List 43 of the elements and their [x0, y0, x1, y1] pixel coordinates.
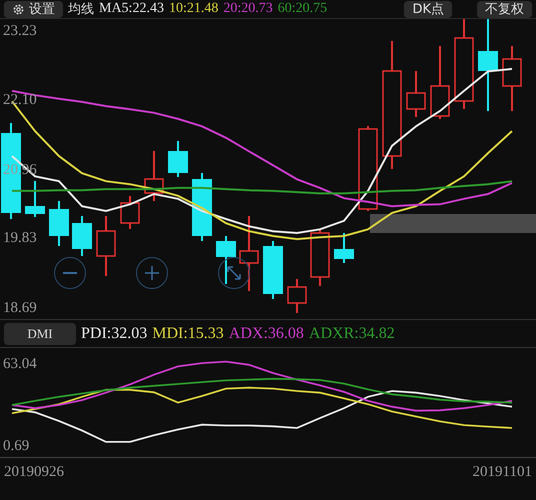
- ma-value: MA5:22.43: [99, 1, 164, 17]
- zoom-out-button[interactable]: [54, 257, 86, 289]
- candlestick: [168, 141, 188, 177]
- plus-icon: [145, 266, 159, 280]
- candlestick: [49, 201, 69, 246]
- indicator-button[interactable]: DMI: [4, 322, 76, 344]
- ma-value: 20:20.73: [223, 1, 273, 17]
- candlestick: [406, 71, 426, 117]
- price-axis-label: 19.83: [3, 230, 37, 246]
- candlestick: [502, 46, 522, 111]
- fullscreen-button[interactable]: [218, 257, 250, 289]
- indicator-reading: ADXR:34.82: [308, 324, 395, 342]
- candlestick: [287, 279, 307, 313]
- indicator-reading: PDI:32.03: [81, 324, 148, 342]
- candlestick: [334, 233, 354, 263]
- candlestick: [263, 241, 283, 299]
- zoom-in-button[interactable]: [136, 257, 168, 289]
- candlestick: [192, 173, 212, 241]
- candlestick: [216, 236, 236, 284]
- adjust-button[interactable]: 不复权: [477, 0, 532, 18]
- candlestick: [25, 181, 45, 217]
- settings-button[interactable]: 设置: [4, 0, 63, 18]
- ma-value: 60:20.75: [278, 1, 328, 17]
- candlestick: [144, 151, 164, 201]
- indicator-reading: MDI:15.33: [152, 324, 224, 342]
- date-label: 20191101: [472, 464, 532, 481]
- candlestick: [72, 216, 92, 256]
- price-axis-label: 18.69: [3, 300, 37, 316]
- gear-icon: [12, 2, 25, 16]
- indicator-axis-label: 0.69: [3, 438, 30, 454]
- candlestick: [310, 229, 330, 286]
- minus-icon: [63, 272, 77, 274]
- expand-icon: [227, 266, 241, 280]
- ma-label: 均线: [68, 1, 94, 18]
- candlestick: [96, 216, 116, 276]
- price-axis-label: 23.23: [3, 23, 37, 40]
- ma-value: 10:21.48: [168, 1, 218, 17]
- indicator-axis-label: 63.04: [3, 356, 37, 372]
- price-axis-label: 22.10: [3, 92, 37, 108]
- dk-button[interactable]: DK点: [404, 0, 452, 18]
- indicator-reading: ADX:36.08: [228, 324, 304, 342]
- date-label: 20190926: [4, 464, 64, 481]
- candlestick: [120, 196, 140, 229]
